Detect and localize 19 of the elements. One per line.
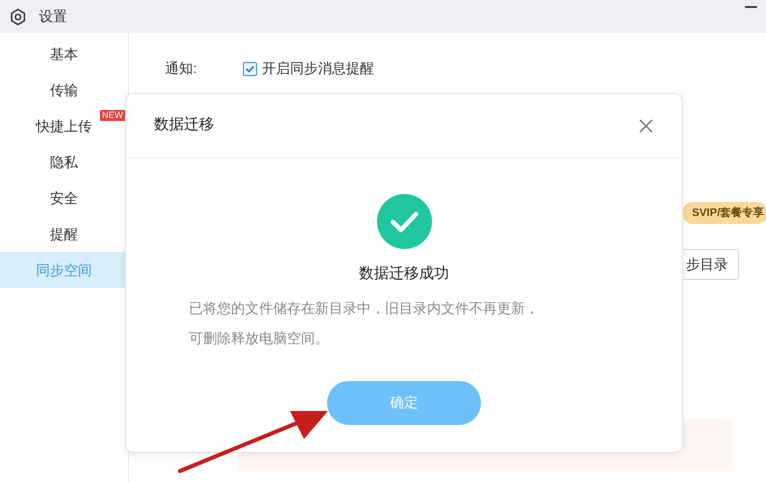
sidebar-item[interactable]: 快捷上传 NEW: [0, 108, 128, 144]
sidebar-item[interactable]: 安全: [0, 180, 128, 216]
success-check-icon: [376, 194, 432, 249]
message-line: 已将您的文件储存在新目录中，旧目录内文件不再更新，: [189, 298, 540, 318]
svip-badge: SVIP/套餐专享: [682, 202, 766, 224]
message-line: 可删除释放电脑空间。: [189, 328, 330, 348]
success-heading: 数据迁移成功: [359, 264, 449, 284]
dialog-title: 数据迁移: [154, 115, 214, 136]
notification-label: 通知:: [165, 59, 197, 78]
sidebar-item[interactable]: 基本: [0, 36, 128, 72]
checkbox-label: 开启同步消息提醒: [262, 59, 374, 78]
settings-icon: [9, 8, 27, 26]
sidebar-item[interactable]: 隐私: [0, 144, 128, 180]
sidebar-item[interactable]: 传输: [0, 72, 128, 108]
new-badge: NEW: [100, 110, 125, 121]
close-icon[interactable]: [638, 118, 654, 134]
checkbox[interactable]: [242, 62, 257, 76]
sidebar-item[interactable]: 提醒: [0, 216, 128, 252]
window-title: 设置: [39, 7, 67, 26]
